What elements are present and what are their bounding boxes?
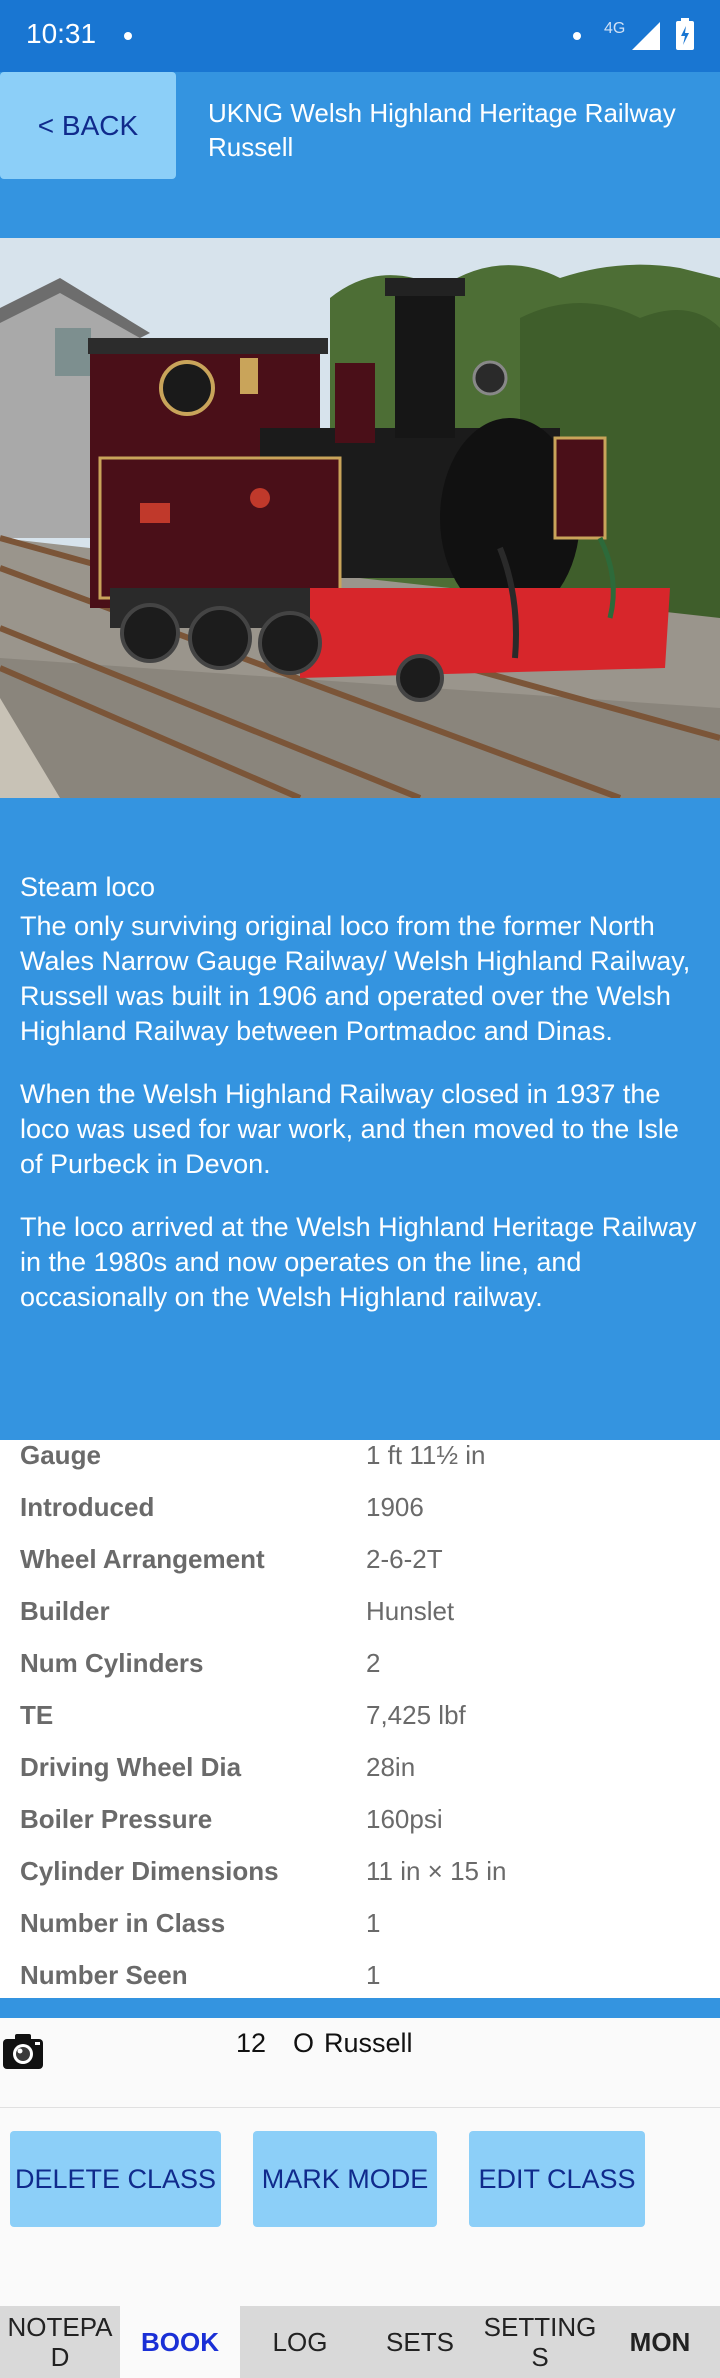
mark-mode-button[interactable]: MARK MODE xyxy=(253,2131,437,2227)
tab-label: MON xyxy=(629,2327,691,2357)
spec-value: 160psi xyxy=(366,1804,443,1834)
spec-row: Gauge 1 ft 11½ in xyxy=(0,1440,720,1492)
description-paragraph: The loco arrived at the Welsh Highland H… xyxy=(20,1212,697,1312)
camera-icon[interactable] xyxy=(2,2032,44,2070)
status-time: 10:31 xyxy=(26,18,97,49)
spec-value: 1 xyxy=(366,1960,381,1990)
spec-value: 28in xyxy=(366,1752,416,1782)
spec-row: Boiler Pressure 160psi xyxy=(0,1804,720,1856)
spec-value: 1 ft 11½ in xyxy=(366,1440,486,1470)
spec-row: Driving Wheel Dia 28in xyxy=(0,1752,720,1804)
spec-row: TE 7,425 lbf xyxy=(0,1700,720,1752)
spec-value: Hunslet xyxy=(366,1596,455,1626)
tab-label: SETTING S xyxy=(483,2312,597,2372)
spec-row: Number in Class 1 xyxy=(0,1908,720,1960)
battery-icon xyxy=(676,18,694,50)
loco-type: Steam loco xyxy=(20,872,156,902)
spec-label: Wheel Arrangement xyxy=(20,1544,265,1574)
locomotive-photo xyxy=(0,238,720,798)
spec-label: Driving Wheel Dia xyxy=(20,1752,242,1782)
seen-entry-row[interactable]: 12 O Russell xyxy=(0,2018,720,2108)
tab-mon[interactable]: MON xyxy=(600,2306,720,2378)
tab-sets[interactable]: SETS xyxy=(360,2306,480,2378)
tab-book[interactable]: BOOK xyxy=(120,2306,240,2378)
page-title: UKNG Welsh Highland Heritage Railway Rus… xyxy=(208,98,676,162)
spec-row: Wheel Arrangement 2-6-2T xyxy=(0,1544,720,1596)
tab-label: SETS xyxy=(386,2327,454,2357)
spec-value: 7,425 lbf xyxy=(366,1700,466,1730)
divider xyxy=(0,1998,720,2018)
tab-notepad[interactable]: NOTEPA D xyxy=(0,2306,120,2378)
notification-dot-icon xyxy=(573,32,581,40)
description-paragraph: The only surviving original loco from th… xyxy=(20,911,691,1046)
seen-count: 12 xyxy=(236,2028,267,2058)
seen-marker: O xyxy=(293,2028,315,2058)
tab-label: BOOK xyxy=(141,2327,219,2357)
spec-label: Builder xyxy=(20,1596,110,1626)
signal-icon xyxy=(632,22,660,50)
network-type: 4G xyxy=(604,20,626,37)
spec-value: 2 xyxy=(366,1648,381,1678)
tab-settings[interactable]: SETTING S xyxy=(480,2306,600,2378)
delete-class-button[interactable]: DELETE CLASS xyxy=(10,2131,221,2227)
spec-label: Boiler Pressure xyxy=(20,1804,213,1834)
spec-row: Builder Hunslet xyxy=(0,1596,720,1648)
tab-label: NOTEPA D xyxy=(7,2312,113,2372)
spec-label: Number Seen xyxy=(20,1960,188,1990)
spec-value: 11 in × 15 in xyxy=(366,1856,507,1886)
status-bar: 10:31 4G xyxy=(0,0,720,72)
edit-class-button[interactable]: EDIT CLASS xyxy=(469,2131,645,2227)
description-panel: Steam loco The only surviving original l… xyxy=(0,798,720,1440)
spec-label: Num Cylinders xyxy=(20,1648,204,1678)
spec-row: Cylinder Dimensions 11 in × 15 in xyxy=(0,1856,720,1908)
spec-label: Gauge xyxy=(20,1440,101,1470)
spec-row: Num Cylinders 2 xyxy=(0,1648,720,1700)
notification-dot-icon xyxy=(124,32,132,40)
spec-value: 2-6-2T xyxy=(366,1544,443,1574)
header: < BACK UKNG Welsh Highland Heritage Rail… xyxy=(0,72,720,238)
tab-log[interactable]: LOG xyxy=(240,2306,360,2378)
specs-table: Gauge 1 ft 11½ in Introduced 1906 Wheel … xyxy=(0,1440,720,1998)
spec-label: Cylinder Dimensions xyxy=(20,1856,279,1886)
spec-value: 1 xyxy=(366,1908,381,1938)
back-button[interactable]: < BACK xyxy=(0,72,176,179)
spec-value: 1906 xyxy=(366,1492,424,1522)
description-paragraph: When the Welsh Highland Railway closed i… xyxy=(20,1079,679,1179)
bottom-tab-bar: NOTEPA D BOOK LOG SETS SETTING S MON xyxy=(0,2306,720,2378)
tab-label: LOG xyxy=(272,2327,328,2357)
spec-label: Number in Class xyxy=(20,1908,226,1938)
spec-label: Introduced xyxy=(20,1492,155,1522)
seen-loco-name: Russell xyxy=(324,2028,413,2058)
spec-label: TE xyxy=(20,1700,54,1730)
spec-row: Introduced 1906 xyxy=(0,1492,720,1544)
